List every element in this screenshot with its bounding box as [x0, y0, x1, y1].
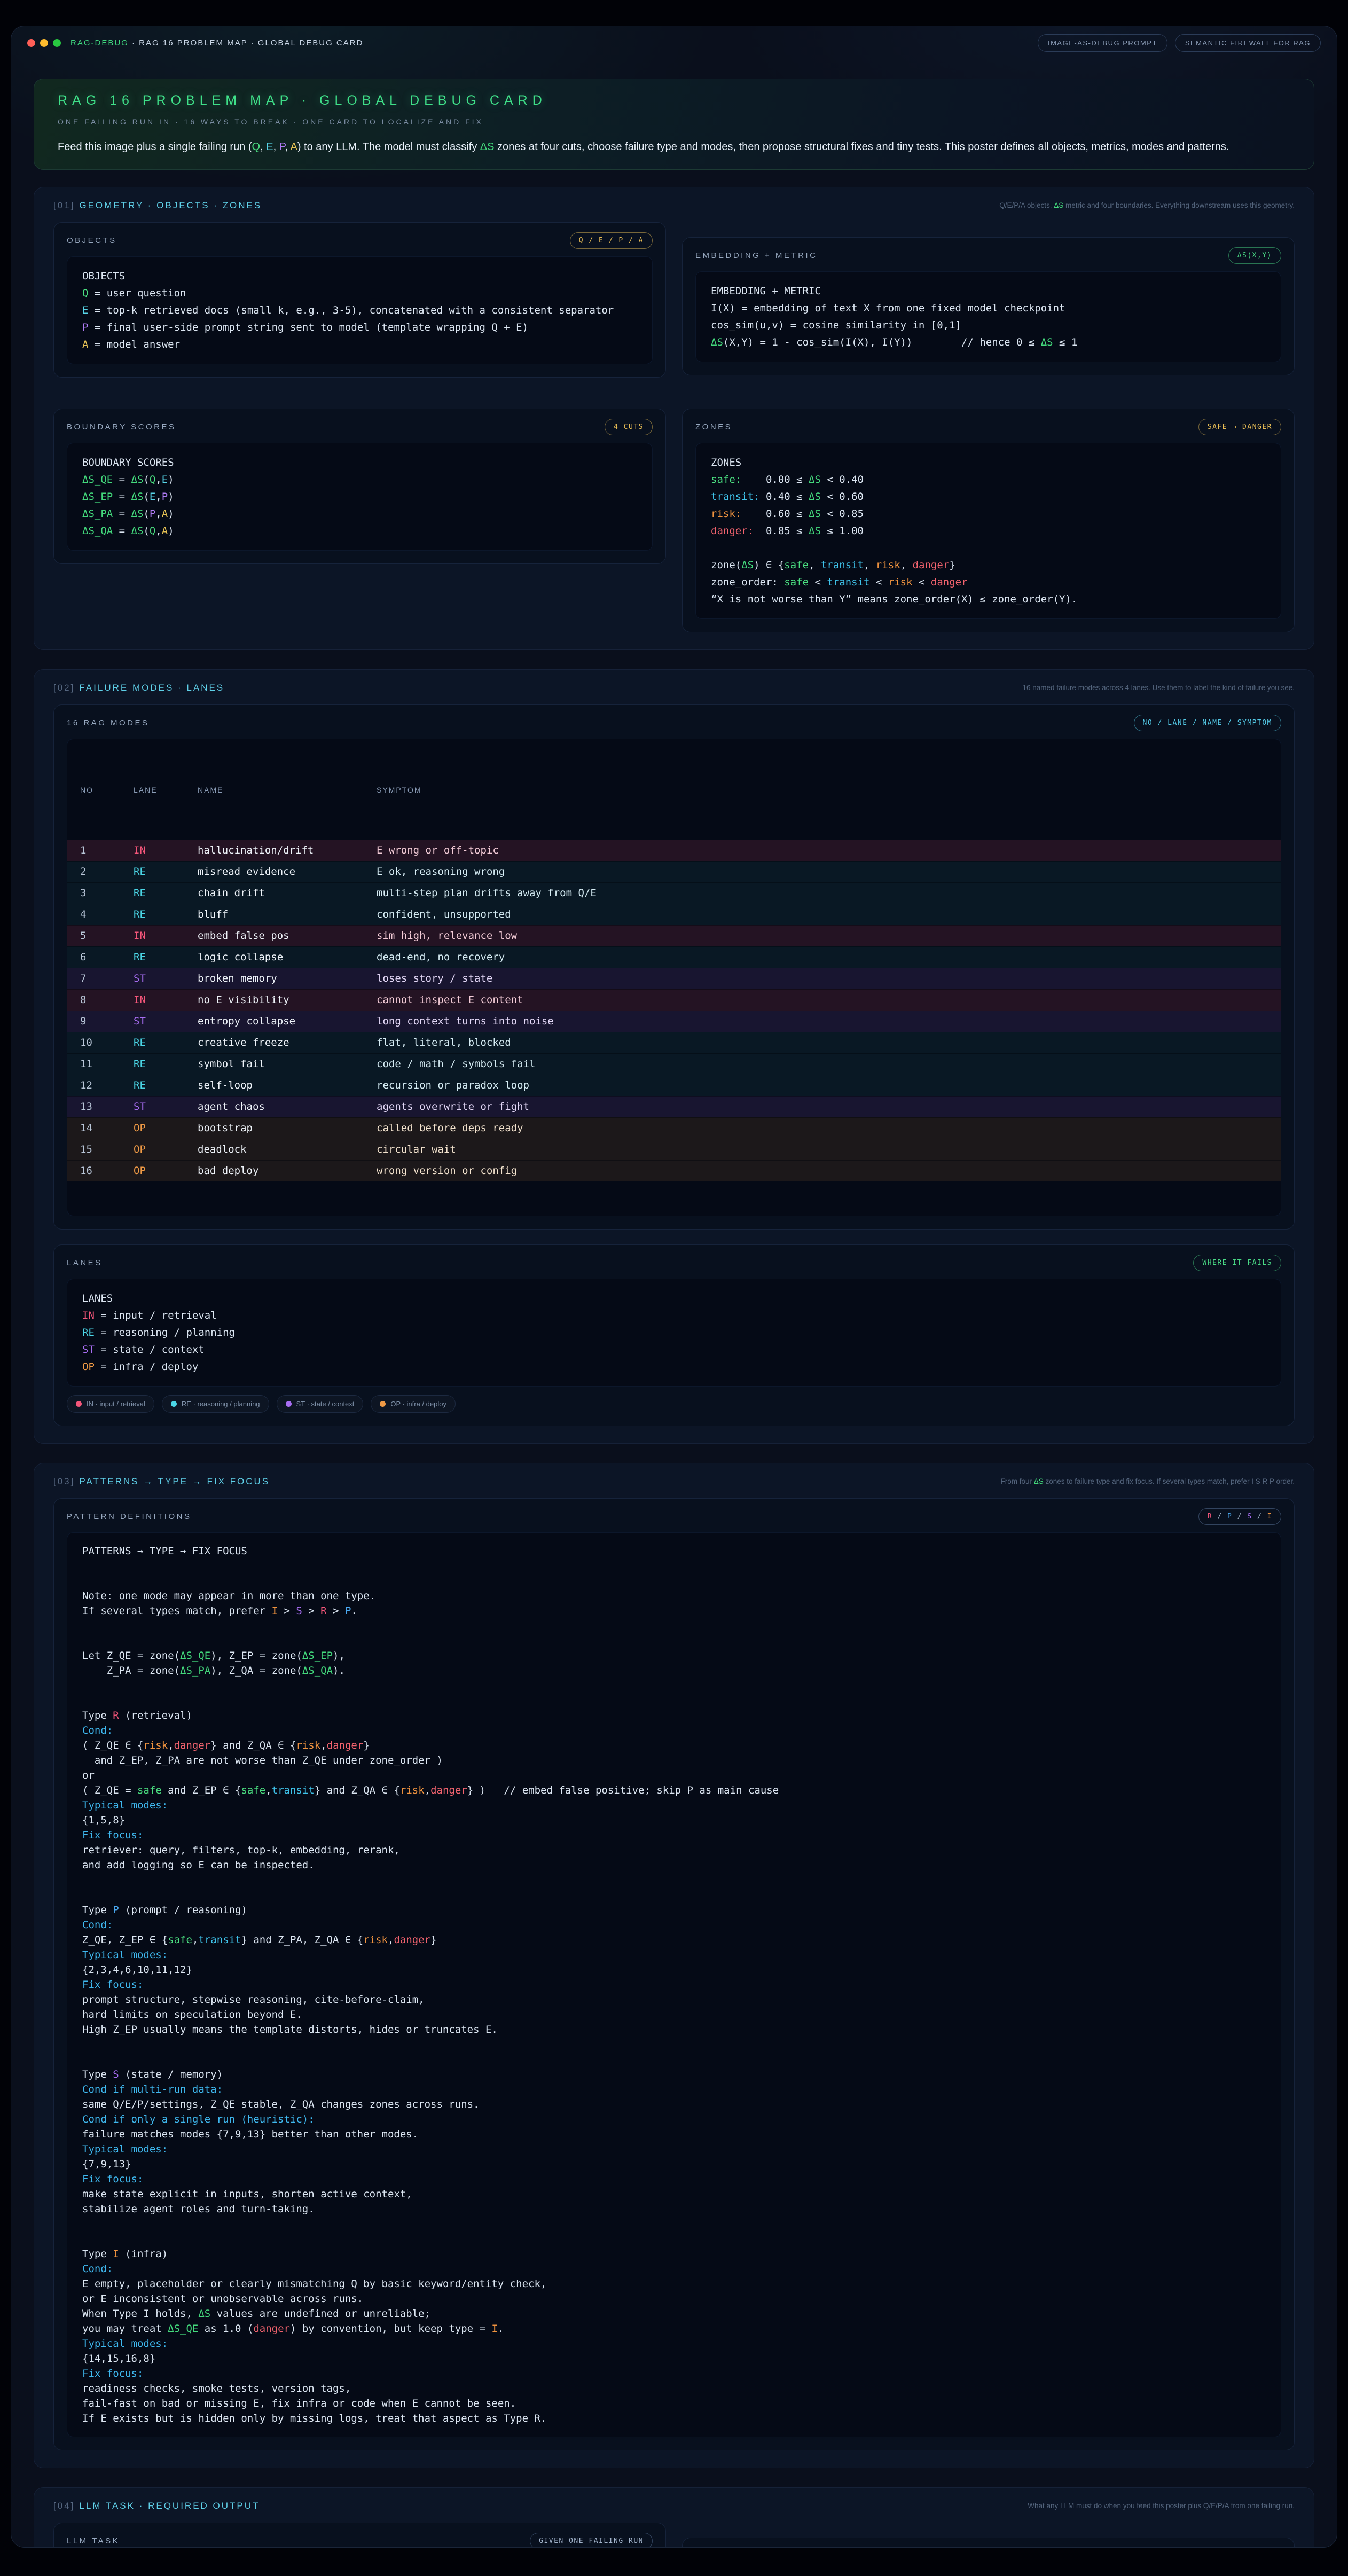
table-row: 16OPbad deploywrong version or config: [67, 1160, 1281, 1181]
zones-badge: SAFE → DANGER: [1198, 419, 1281, 435]
lanes-badge: WHERE IT FAILS: [1193, 1255, 1281, 1271]
hero-panel: RAG 16 PROBLEM MAP · GLOBAL DEBUG CARD O…: [34, 79, 1314, 170]
pattern-definitions-badge: R / P / S / I: [1198, 1508, 1281, 1525]
objects-badge: Q / E / P / A: [570, 232, 653, 249]
lane-legend-chip: RE · reasoning / planning: [162, 1395, 269, 1413]
lanes-legend: IN · input / retrieval RE · reasoning / p…: [67, 1395, 1281, 1413]
embedding-label: EMBEDDING + METRIC: [695, 251, 817, 260]
objects-code-block: OBJECTSQ = user questionE = top-k retrie…: [67, 256, 653, 364]
intro-paragraph: Feed this image plus a single failing ru…: [58, 141, 1290, 153]
panel-embedding-metric: EMBEDDING + METRIC ΔS(X,Y) EMBEDDING + M…: [682, 237, 1295, 375]
panel-objects: OBJECTS Q / E / P / A OBJECTSQ = user qu…: [53, 222, 666, 378]
maximize-button[interactable]: [53, 39, 61, 47]
lane-legend-chip: IN · input / retrieval: [67, 1395, 154, 1413]
minimize-button[interactable]: [40, 39, 48, 47]
table-header-row: NO LANE NAME SYMPTOM: [67, 773, 1281, 805]
llm-task-badge: GIVEN ONE FAILING RUN: [530, 2533, 653, 2548]
lanes-label: LANES: [67, 1258, 103, 1267]
panel-required-output: REQUIRED OUTPUT MACHINE-READABLE REQUIRE…: [682, 2538, 1295, 2548]
lane-dot-icon: [76, 1401, 82, 1407]
llm-task-label: LLM TASK: [67, 2536, 120, 2546]
panel-zones: ZONES SAFE → DANGER ZONESsafe: 0.00 ≤ ΔS…: [682, 409, 1295, 632]
modes-table-label: 16 RAG MODES: [67, 718, 150, 727]
section-failure-modes-title: [02]FAILURE MODES · LANES: [53, 683, 224, 693]
titlebar: RAG-DEBUG · RAG 16 PROBLEM MAP · GLOBAL …: [11, 26, 1337, 60]
modes-table-body: 1INhallucination/driftE wrong or off-top…: [67, 840, 1281, 1181]
semantic-firewall-badge: SEMANTIC FIREWALL FOR RAG: [1175, 34, 1321, 52]
app-name: RAG-DEBUG: [70, 38, 129, 48]
modes-table: NO LANE NAME SYMPTOM 1INhallucination/dr…: [67, 739, 1281, 1216]
lane-dot-icon: [380, 1401, 386, 1407]
panel-lanes: LANES WHERE IT FAILS LANESIN = input / r…: [53, 1244, 1295, 1426]
table-row: 11REsymbol failcode / math / symbols fai…: [67, 1053, 1281, 1075]
table-row: 10REcreative freezeflat, literal, blocke…: [67, 1032, 1281, 1053]
image-as-debug-prompt-badge: IMAGE-AS-DEBUG PROMPT: [1038, 34, 1167, 52]
boundary-label: BOUNDARY SCORES: [67, 422, 176, 432]
section-patterns-note: From four ΔS zones to failure type and f…: [1000, 1476, 1295, 1487]
lane-legend-chip: OP · infra / deploy: [371, 1395, 456, 1413]
table-row: 7STbroken memoryloses story / state: [67, 968, 1281, 989]
table-row: 3REchain driftmulti-step plan drifts awa…: [67, 882, 1281, 904]
panel-pattern-definitions: PATTERN DEFINITIONS R / P / S / I PATTER…: [53, 1498, 1295, 2450]
table-row: 9STentropy collapselong context turns in…: [67, 1011, 1281, 1032]
table-row: 15OPdeadlockcircular wait: [67, 1139, 1281, 1160]
table-row: 4REbluffconfident, unsupported: [67, 904, 1281, 925]
panel-modes-table: 16 RAG MODES NO / LANE / NAME / SYMPTOM …: [53, 704, 1295, 1230]
panel-boundary-scores: BOUNDARY SCORES 4 CUTS BOUNDARY SCORESΔS…: [53, 409, 666, 564]
embedding-badge: ΔS(X,Y): [1228, 247, 1281, 264]
table-row: 6RElogic collapsedead-end, no recovery: [67, 946, 1281, 968]
col-header-no: NO: [80, 781, 134, 798]
page-subtitle: ONE FAILING RUN IN · 16 WAYS TO BREAK · …: [58, 118, 1290, 126]
section-patterns: [03]PATTERNS → TYPE → FIX FOCUS From fou…: [34, 1463, 1314, 2468]
embedding-code-block: EMBEDDING + METRICI(X) = embedding of te…: [695, 271, 1281, 362]
window-title-rest: · RAG 16 PROBLEM MAP · GLOBAL DEBUG CARD: [129, 38, 364, 48]
boundary-badge: 4 CUTS: [605, 419, 653, 435]
zones-label: ZONES: [695, 422, 732, 432]
page-title: RAG 16 PROBLEM MAP · GLOBAL DEBUG CARD: [58, 93, 1290, 108]
zones-code-block: ZONESsafe: 0.00 ≤ ΔS < 0.40transit: 0.40…: [695, 443, 1281, 619]
col-header-lane: LANE: [134, 781, 198, 798]
titlebar-badges: IMAGE-AS-DEBUG PROMPT SEMANTIC FIREWALL …: [1038, 34, 1321, 52]
pattern-definitions-label: PATTERN DEFINITIONS: [67, 1512, 191, 1521]
boundary-code-block: BOUNDARY SCORESΔS_QE = ΔS(Q,E)ΔS_EP = ΔS…: [67, 443, 653, 551]
table-row: 5INembed false possim high, relevance lo…: [67, 925, 1281, 946]
table-row: 14OPbootstrapcalled before deps ready: [67, 1117, 1281, 1139]
section-geometry-title: [01]GEOMETRY · OBJECTS · ZONES: [53, 200, 262, 211]
objects-label: OBJECTS: [67, 236, 117, 245]
pattern-definitions-code-block: PATTERNS → TYPE → FIX FOCUS Note: one mo…: [67, 1532, 1281, 2437]
section-llm-task-note: What any LLM must do when you feed this …: [1028, 2501, 1295, 2512]
lanes-code-block: LANESIN = input / retrievalRE = reasonin…: [67, 1279, 1281, 1387]
section-patterns-title: [03]PATTERNS → TYPE → FIX FOCUS: [53, 1476, 270, 1487]
table-row: 12REself-looprecursion or paradox loop: [67, 1075, 1281, 1096]
panel-llm-task: LLM TASK GIVEN ONE FAILING RUN LLM TASK …: [53, 2523, 666, 2548]
table-row: 8INno E visibilitycannot inspect E conte…: [67, 989, 1281, 1011]
window-controls: [27, 39, 61, 47]
lane-dot-icon: [286, 1401, 292, 1407]
lane-dot-icon: [171, 1401, 177, 1407]
section-failure-modes-note: 16 named failure modes across 4 lanes. U…: [1022, 683, 1295, 694]
table-row: 13STagent chaosagents overwrite or fight: [67, 1096, 1281, 1117]
section-failure-modes: [02]FAILURE MODES · LANES 16 named failu…: [34, 669, 1314, 1444]
section-geometry-note: Q/E/P/A objects, ΔS metric and four boun…: [999, 200, 1295, 212]
close-button[interactable]: [27, 39, 35, 47]
modes-table-badge: NO / LANE / NAME / SYMPTOM: [1134, 715, 1282, 731]
lane-legend-chip: ST · state / context: [277, 1395, 364, 1413]
table-row: 2REmisread evidenceE ok, reasoning wrong: [67, 861, 1281, 882]
window-title: RAG-DEBUG · RAG 16 PROBLEM MAP · GLOBAL …: [70, 38, 363, 48]
table-row: 1INhallucination/driftE wrong or off-top…: [67, 840, 1281, 861]
app-window: RAG-DEBUG · RAG 16 PROBLEM MAP · GLOBAL …: [11, 26, 1337, 2548]
col-header-name: NAME: [198, 781, 377, 798]
section-llm-task: [04]LLM TASK · REQUIRED OUTPUT What any …: [34, 2487, 1314, 2548]
section-geometry: [01]GEOMETRY · OBJECTS · ZONES Q/E/P/A o…: [34, 187, 1314, 650]
section-llm-task-title: [04]LLM TASK · REQUIRED OUTPUT: [53, 2501, 260, 2511]
col-header-symptom: SYMPTOM: [377, 781, 1281, 798]
